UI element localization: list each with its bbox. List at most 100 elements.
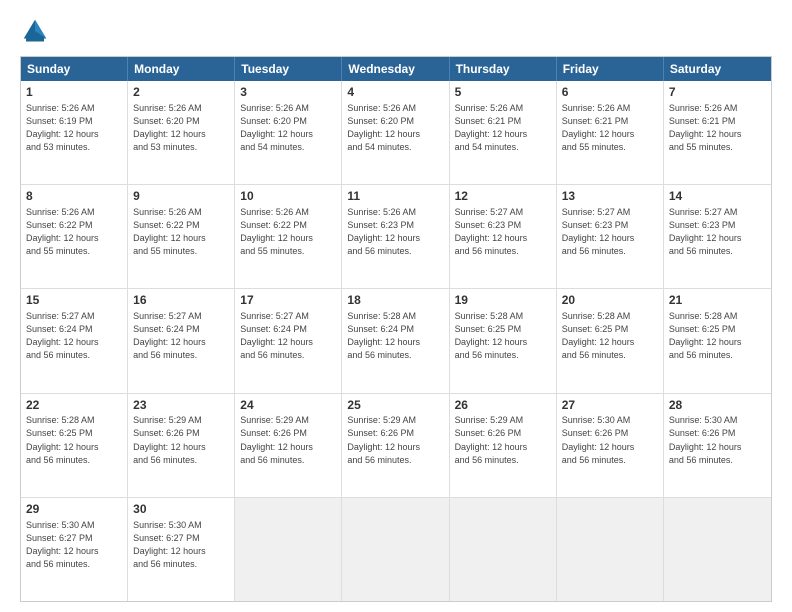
day-info: Sunrise: 5:27 AMSunset: 6:23 PMDaylight:… [562, 206, 658, 258]
day-info: Sunrise: 5:29 AMSunset: 6:26 PMDaylight:… [133, 414, 229, 466]
day-number: 15 [26, 292, 122, 309]
calendar-week-5: 29Sunrise: 5:30 AMSunset: 6:27 PMDayligh… [21, 497, 771, 601]
calendar-cell [664, 498, 771, 601]
calendar-cell: 16Sunrise: 5:27 AMSunset: 6:24 PMDayligh… [128, 289, 235, 392]
day-info: Sunrise: 5:26 AMSunset: 6:22 PMDaylight:… [240, 206, 336, 258]
calendar-cell [342, 498, 449, 601]
day-info: Sunrise: 5:26 AMSunset: 6:21 PMDaylight:… [455, 102, 551, 154]
calendar-cell: 29Sunrise: 5:30 AMSunset: 6:27 PMDayligh… [21, 498, 128, 601]
calendar-cell: 19Sunrise: 5:28 AMSunset: 6:25 PMDayligh… [450, 289, 557, 392]
header-day-thursday: Thursday [450, 57, 557, 81]
day-info: Sunrise: 5:29 AMSunset: 6:26 PMDaylight:… [347, 414, 443, 466]
day-number: 27 [562, 397, 658, 414]
header-day-monday: Monday [128, 57, 235, 81]
day-info: Sunrise: 5:29 AMSunset: 6:26 PMDaylight:… [455, 414, 551, 466]
day-number: 12 [455, 188, 551, 205]
day-number: 19 [455, 292, 551, 309]
day-number: 6 [562, 84, 658, 101]
calendar-cell: 21Sunrise: 5:28 AMSunset: 6:25 PMDayligh… [664, 289, 771, 392]
calendar-cell: 7Sunrise: 5:26 AMSunset: 6:21 PMDaylight… [664, 81, 771, 184]
day-number: 26 [455, 397, 551, 414]
calendar-cell [557, 498, 664, 601]
calendar-week-1: 1Sunrise: 5:26 AMSunset: 6:19 PMDaylight… [21, 81, 771, 184]
calendar-cell: 14Sunrise: 5:27 AMSunset: 6:23 PMDayligh… [664, 185, 771, 288]
day-number: 4 [347, 84, 443, 101]
calendar-cell: 3Sunrise: 5:26 AMSunset: 6:20 PMDaylight… [235, 81, 342, 184]
day-info: Sunrise: 5:28 AMSunset: 6:25 PMDaylight:… [26, 414, 122, 466]
calendar-cell: 10Sunrise: 5:26 AMSunset: 6:22 PMDayligh… [235, 185, 342, 288]
logo-icon [20, 16, 50, 46]
header-day-friday: Friday [557, 57, 664, 81]
day-number: 17 [240, 292, 336, 309]
day-number: 3 [240, 84, 336, 101]
calendar-cell [450, 498, 557, 601]
calendar-body: 1Sunrise: 5:26 AMSunset: 6:19 PMDaylight… [21, 81, 771, 601]
header-day-saturday: Saturday [664, 57, 771, 81]
day-info: Sunrise: 5:27 AMSunset: 6:23 PMDaylight:… [455, 206, 551, 258]
day-number: 1 [26, 84, 122, 101]
header-day-tuesday: Tuesday [235, 57, 342, 81]
page: SundayMondayTuesdayWednesdayThursdayFrid… [0, 0, 792, 612]
day-info: Sunrise: 5:26 AMSunset: 6:22 PMDaylight:… [26, 206, 122, 258]
day-number: 20 [562, 292, 658, 309]
day-info: Sunrise: 5:27 AMSunset: 6:24 PMDaylight:… [26, 310, 122, 362]
day-number: 5 [455, 84, 551, 101]
day-info: Sunrise: 5:30 AMSunset: 6:27 PMDaylight:… [133, 519, 229, 571]
day-info: Sunrise: 5:26 AMSunset: 6:22 PMDaylight:… [133, 206, 229, 258]
header [20, 16, 772, 46]
calendar-cell: 8Sunrise: 5:26 AMSunset: 6:22 PMDaylight… [21, 185, 128, 288]
calendar-week-2: 8Sunrise: 5:26 AMSunset: 6:22 PMDaylight… [21, 184, 771, 288]
calendar-cell: 9Sunrise: 5:26 AMSunset: 6:22 PMDaylight… [128, 185, 235, 288]
calendar-cell: 4Sunrise: 5:26 AMSunset: 6:20 PMDaylight… [342, 81, 449, 184]
calendar-cell: 25Sunrise: 5:29 AMSunset: 6:26 PMDayligh… [342, 394, 449, 497]
day-info: Sunrise: 5:28 AMSunset: 6:25 PMDaylight:… [562, 310, 658, 362]
calendar-cell: 12Sunrise: 5:27 AMSunset: 6:23 PMDayligh… [450, 185, 557, 288]
day-number: 22 [26, 397, 122, 414]
header-day-wednesday: Wednesday [342, 57, 449, 81]
calendar-cell: 6Sunrise: 5:26 AMSunset: 6:21 PMDaylight… [557, 81, 664, 184]
day-number: 24 [240, 397, 336, 414]
calendar-cell: 24Sunrise: 5:29 AMSunset: 6:26 PMDayligh… [235, 394, 342, 497]
day-info: Sunrise: 5:27 AMSunset: 6:24 PMDaylight:… [133, 310, 229, 362]
day-info: Sunrise: 5:26 AMSunset: 6:21 PMDaylight:… [562, 102, 658, 154]
calendar-cell: 13Sunrise: 5:27 AMSunset: 6:23 PMDayligh… [557, 185, 664, 288]
day-info: Sunrise: 5:26 AMSunset: 6:21 PMDaylight:… [669, 102, 766, 154]
day-number: 25 [347, 397, 443, 414]
day-number: 13 [562, 188, 658, 205]
calendar-week-4: 22Sunrise: 5:28 AMSunset: 6:25 PMDayligh… [21, 393, 771, 497]
day-number: 23 [133, 397, 229, 414]
day-number: 16 [133, 292, 229, 309]
calendar-cell: 27Sunrise: 5:30 AMSunset: 6:26 PMDayligh… [557, 394, 664, 497]
day-info: Sunrise: 5:26 AMSunset: 6:20 PMDaylight:… [133, 102, 229, 154]
calendar-cell: 20Sunrise: 5:28 AMSunset: 6:25 PMDayligh… [557, 289, 664, 392]
day-number: 28 [669, 397, 766, 414]
calendar-cell: 11Sunrise: 5:26 AMSunset: 6:23 PMDayligh… [342, 185, 449, 288]
day-number: 8 [26, 188, 122, 205]
day-number: 30 [133, 501, 229, 518]
calendar-week-3: 15Sunrise: 5:27 AMSunset: 6:24 PMDayligh… [21, 288, 771, 392]
day-number: 7 [669, 84, 766, 101]
day-number: 2 [133, 84, 229, 101]
day-number: 14 [669, 188, 766, 205]
day-number: 18 [347, 292, 443, 309]
day-info: Sunrise: 5:28 AMSunset: 6:24 PMDaylight:… [347, 310, 443, 362]
day-info: Sunrise: 5:27 AMSunset: 6:24 PMDaylight:… [240, 310, 336, 362]
day-info: Sunrise: 5:30 AMSunset: 6:26 PMDaylight:… [562, 414, 658, 466]
day-number: 21 [669, 292, 766, 309]
calendar-cell: 18Sunrise: 5:28 AMSunset: 6:24 PMDayligh… [342, 289, 449, 392]
day-number: 11 [347, 188, 443, 205]
day-info: Sunrise: 5:28 AMSunset: 6:25 PMDaylight:… [455, 310, 551, 362]
day-info: Sunrise: 5:30 AMSunset: 6:27 PMDaylight:… [26, 519, 122, 571]
calendar-cell: 30Sunrise: 5:30 AMSunset: 6:27 PMDayligh… [128, 498, 235, 601]
calendar-cell: 23Sunrise: 5:29 AMSunset: 6:26 PMDayligh… [128, 394, 235, 497]
calendar-cell: 22Sunrise: 5:28 AMSunset: 6:25 PMDayligh… [21, 394, 128, 497]
day-info: Sunrise: 5:28 AMSunset: 6:25 PMDaylight:… [669, 310, 766, 362]
day-info: Sunrise: 5:26 AMSunset: 6:23 PMDaylight:… [347, 206, 443, 258]
calendar-cell: 1Sunrise: 5:26 AMSunset: 6:19 PMDaylight… [21, 81, 128, 184]
calendar-cell: 17Sunrise: 5:27 AMSunset: 6:24 PMDayligh… [235, 289, 342, 392]
calendar-cell: 5Sunrise: 5:26 AMSunset: 6:21 PMDaylight… [450, 81, 557, 184]
header-day-sunday: Sunday [21, 57, 128, 81]
day-info: Sunrise: 5:26 AMSunset: 6:20 PMDaylight:… [347, 102, 443, 154]
calendar-cell: 15Sunrise: 5:27 AMSunset: 6:24 PMDayligh… [21, 289, 128, 392]
calendar-cell: 26Sunrise: 5:29 AMSunset: 6:26 PMDayligh… [450, 394, 557, 497]
